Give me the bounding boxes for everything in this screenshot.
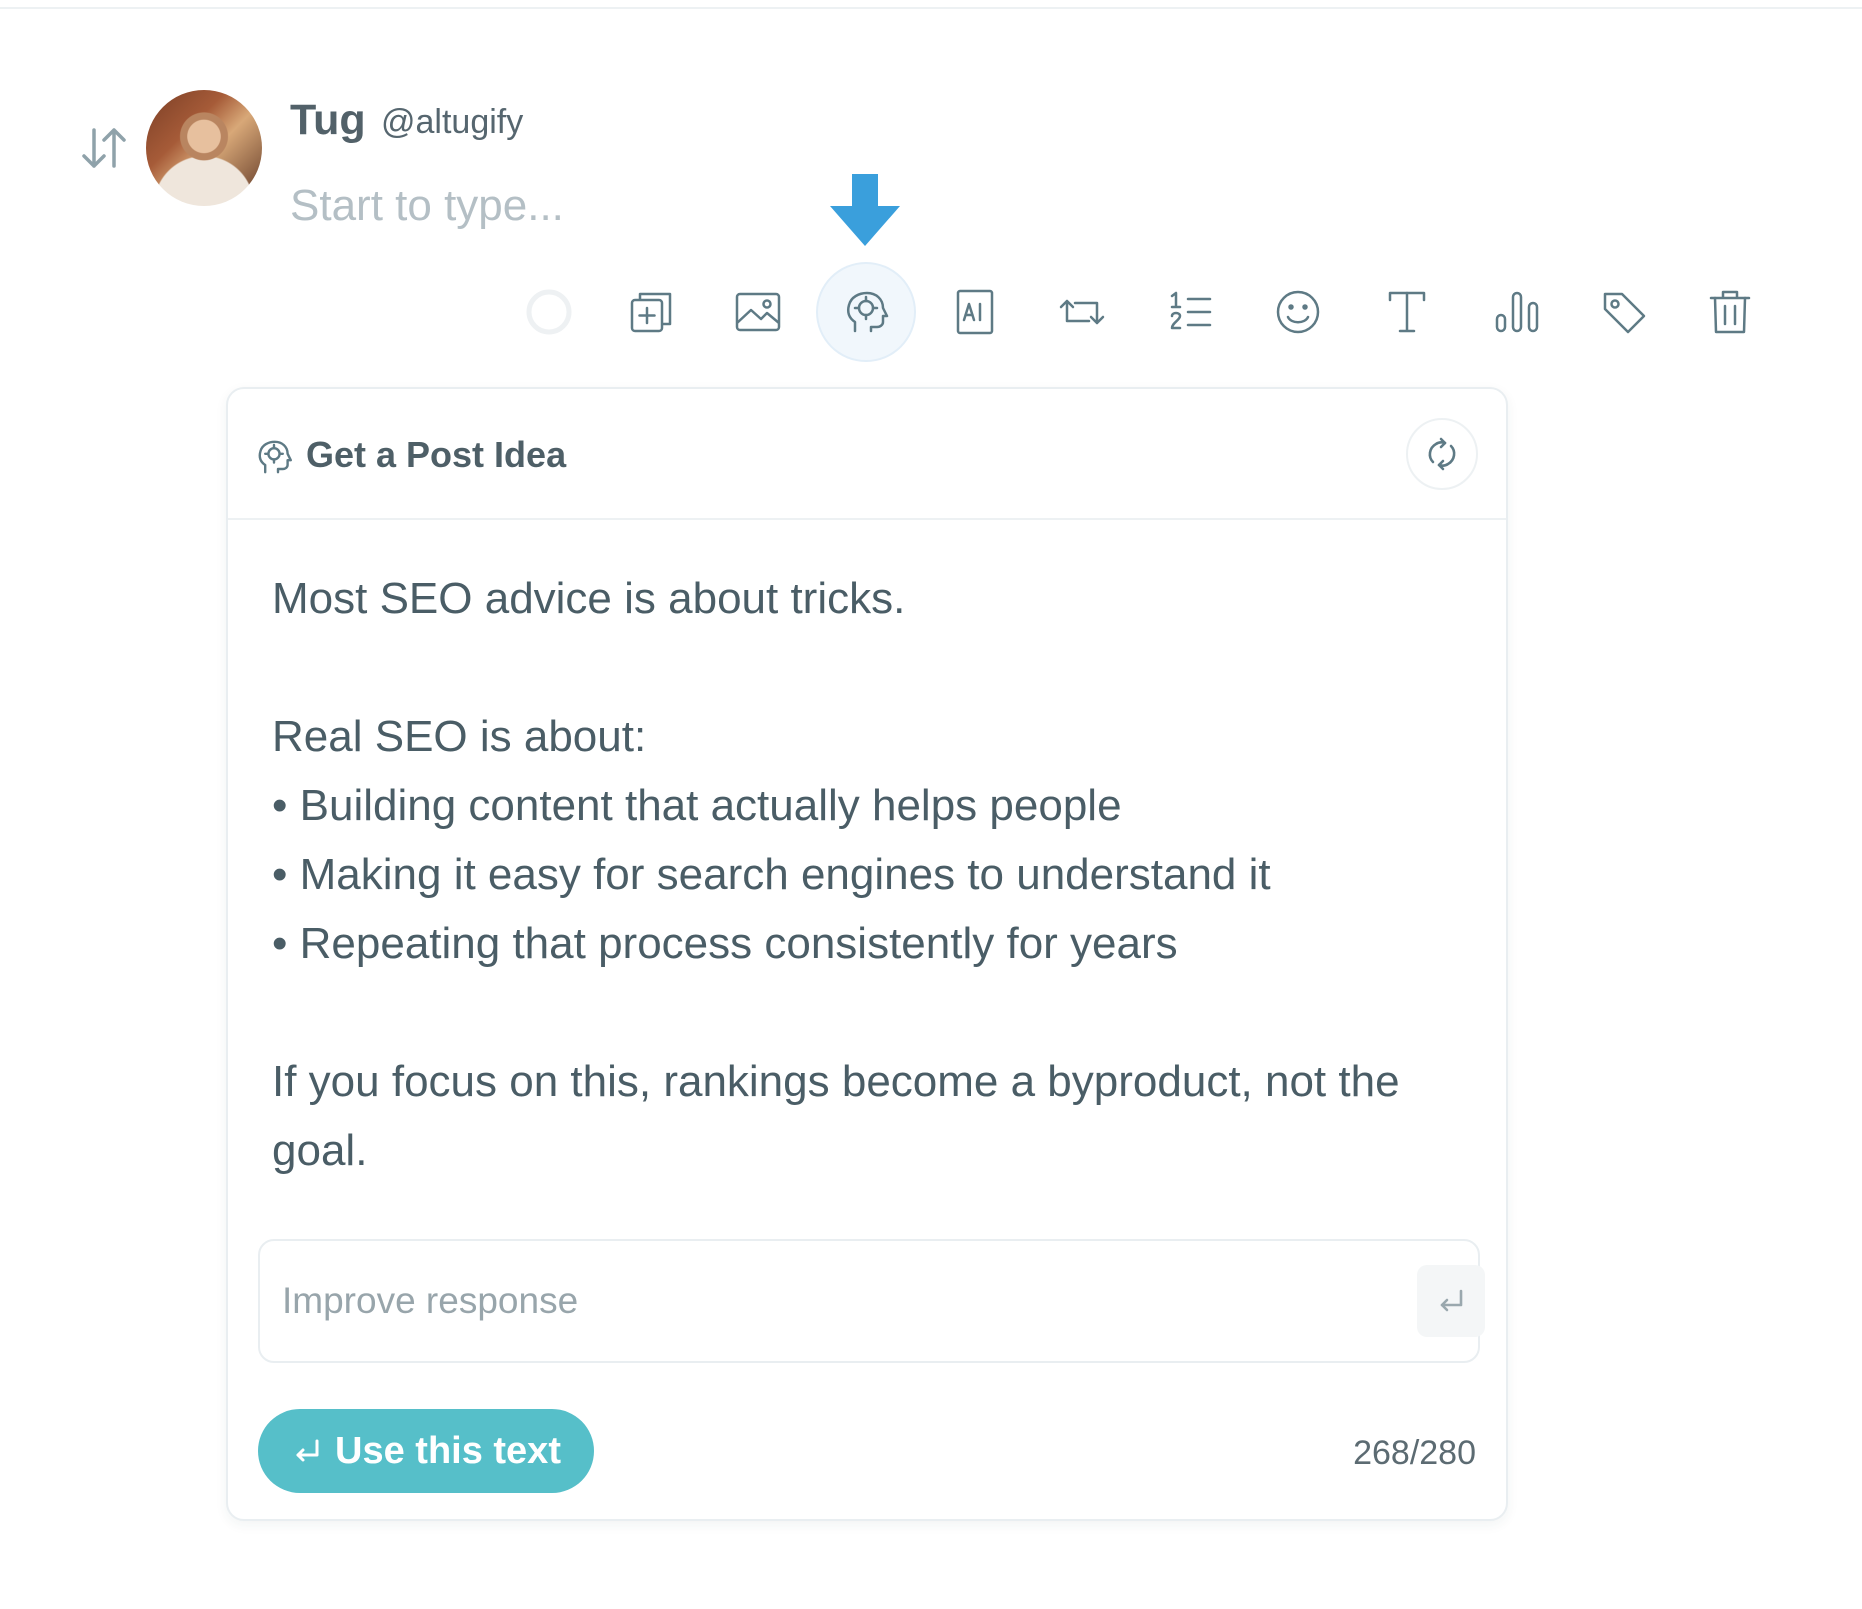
ai-button[interactable] — [927, 264, 1023, 360]
retweet-button[interactable] — [1034, 264, 1130, 360]
idea-line: • Building content that actually helps p… — [272, 781, 1122, 830]
idea-line: If you focus on this, rankings become a … — [272, 1057, 1400, 1106]
idea-line: • Making it easy for search engines to u… — [272, 850, 1271, 899]
use-this-text-label: Use this text — [335, 1429, 561, 1472]
use-this-text-button[interactable]: Use this text — [258, 1409, 594, 1493]
add-post-icon — [630, 292, 672, 333]
trash-icon — [1709, 290, 1751, 334]
retweet-icon — [1059, 299, 1105, 325]
enter-icon — [1440, 1289, 1463, 1312]
text-format-icon — [1388, 291, 1426, 333]
tag-button[interactable] — [1576, 264, 1672, 360]
emoji-icon — [1276, 290, 1320, 334]
numbered-list-button[interactable] — [1143, 264, 1239, 360]
post-idea-icon — [258, 440, 292, 474]
add-post-button[interactable] — [603, 264, 699, 360]
ai-icon — [956, 289, 994, 335]
delete-button[interactable] — [1682, 264, 1778, 360]
image-icon — [735, 292, 781, 332]
numbered-list-icon — [1170, 291, 1212, 330]
image-button[interactable] — [710, 264, 806, 360]
tag-icon — [1603, 292, 1646, 334]
regenerate-button[interactable] — [1406, 418, 1478, 490]
poll-icon — [1495, 291, 1539, 333]
post-composer: Tug @altugify Start to type... Get a Pos… — [0, 0, 1862, 1609]
post-idea-header: Get a Post Idea — [228, 389, 1506, 520]
refresh-icon — [1428, 437, 1456, 471]
post-idea-icon — [847, 291, 889, 333]
author-name: Tug — [290, 96, 366, 144]
improve-response-input[interactable] — [282, 1271, 1382, 1331]
post-idea-button[interactable] — [818, 264, 914, 360]
poll-button[interactable] — [1469, 264, 1565, 360]
post-idea-title: Get a Post Idea — [306, 434, 567, 475]
idea-line: Most SEO advice is about tricks. — [272, 574, 906, 623]
improve-submit-button[interactable] — [1417, 1265, 1485, 1337]
reorder-icon[interactable] — [80, 122, 128, 174]
enter-icon — [296, 1439, 319, 1462]
idea-line: Real SEO is about: — [272, 712, 647, 761]
down-arrow-icon — [830, 174, 900, 246]
author-handle: @altugify — [381, 103, 524, 141]
character-count: 268/280 — [1353, 1434, 1476, 1472]
idea-line: • Repeating that process consistently fo… — [272, 919, 1178, 968]
avatar[interactable] — [146, 90, 262, 206]
idea-line: goal. — [272, 1126, 368, 1175]
post-idea-text: Most SEO advice is about tricks. Real SE… — [272, 564, 1472, 1185]
idea-line — [272, 633, 1472, 702]
text-format-button[interactable] — [1359, 264, 1455, 360]
emoji-button[interactable] — [1250, 264, 1346, 360]
loading-spinner-icon — [501, 264, 597, 360]
post-idea-panel: Get a Post Idea Most SEO advice is about… — [226, 387, 1508, 1521]
improve-response-box — [258, 1239, 1485, 1363]
idea-line — [272, 978, 1472, 1047]
